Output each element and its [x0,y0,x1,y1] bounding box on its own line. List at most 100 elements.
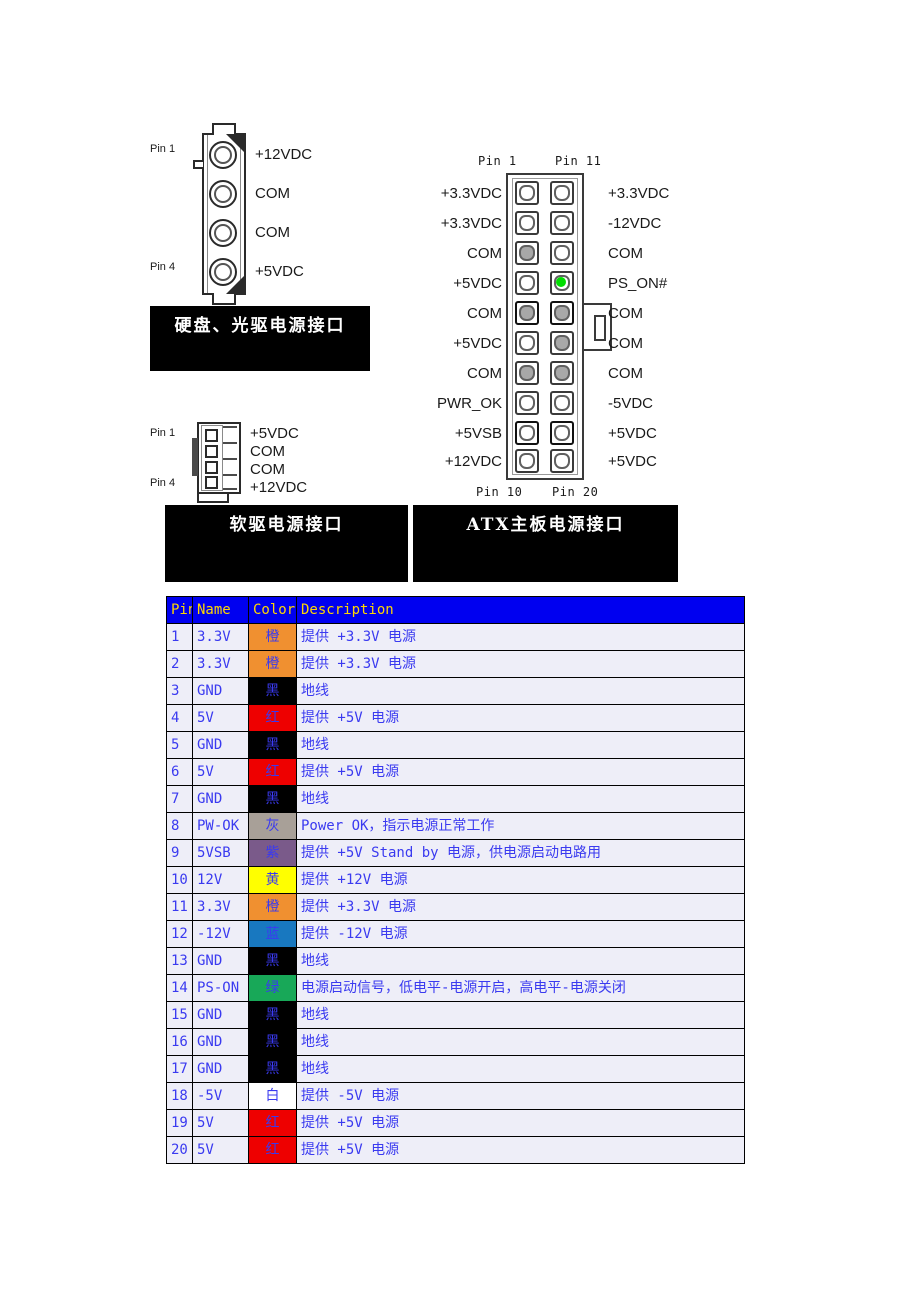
cell-name: 3.3V [192,650,249,678]
cell-name: 3.3V [192,623,249,651]
atx-left-signal-7: COM [467,365,502,382]
floppy-power-connector-diagram: Pin 1 Pin 4 +5VDC COM COM +12VDC [150,420,390,505]
floppy-connector-step-5 [223,488,237,490]
cell-description: 地线 [296,1028,745,1056]
hdd-pin-3 [209,219,237,247]
cell-pin: 13 [166,947,193,975]
cell-description: 提供 -5V 电源 [296,1082,745,1110]
atx-pin-bottom-right-label: Pin 20 [552,485,599,499]
table-row: 12 -12V 蓝提供 -12V 电源 [166,920,745,948]
cell-pin: 1 [166,623,193,651]
table-row: 1 3.3V 橙提供 +3.3V 电源 [166,623,745,651]
cell-description: 地线 [296,947,745,975]
atx-power-connector-diagram: Pin 1 Pin 11 Pin 10 Pin 20 +3.3VDC +3.3V… [410,155,700,500]
cell-name: 5V [192,758,249,786]
cell-name: 5V [192,1109,249,1137]
atx-right-signal-5: COM [608,305,643,322]
cell-name: GND [192,731,249,759]
cell-pin: 16 [166,1028,193,1056]
table-row: 10 12V 黄提供 +12V 电源 [166,866,745,894]
hdd-connector-caption-text: 硬盘、光驱电源接口 [174,316,346,336]
hdd-connector-bottom-stub [212,293,236,305]
cell-name: GND [192,1055,249,1083]
table-row: 3 GND 黑地线 [166,677,745,705]
cell-pin: 2 [166,650,193,678]
atx-pin-13 [550,241,574,265]
table-row: 14 PS-ON 绿电源启动信号，低电平-电源开启，高电平-电源关闭 [166,974,745,1002]
hdd-pin-1 [209,141,237,169]
atx-left-signal-9: +5VSB [454,425,502,442]
atx-pin-10 [515,449,539,473]
cell-description: 提供 +5V 电源 [296,1136,745,1164]
atx-pin-top-right-label: Pin 11 [555,154,602,168]
column-header-description: Description [296,596,745,624]
floppy-connector-step-4 [223,474,237,476]
hdd-pin-2 [209,180,237,208]
cell-color-swatch: 紫 [248,839,297,867]
cell-description: 地线 [296,731,745,759]
floppy-pin-3 [205,461,218,474]
floppy-pin-last-label: Pin 4 [150,477,176,489]
atx-left-signal-3: COM [467,245,502,262]
cell-pin: 7 [166,785,193,813]
cell-pin: 9 [166,839,193,867]
cell-color-swatch: 橙 [248,623,297,651]
cell-pin: 20 [166,1136,193,1164]
floppy-connector-foot [197,494,229,503]
atx-right-signal-6: COM [608,335,643,352]
floppy-connector-caption-box: 软驱电源接口 [165,505,408,582]
atx-pin-18 [550,391,574,415]
hdd-pin-4 [209,258,237,286]
atx-pin-19 [550,421,574,445]
atx-pin-14-ps-on [550,271,574,295]
atx-right-signal-3: COM [608,245,643,262]
floppy-pin-2 [205,445,218,458]
hdd-power-connector-diagram: Pin 1 Pin 4 +12VDC COM COM +5VDC [150,123,390,310]
table-header-row: Pin Name Color Description [166,596,745,624]
table-row: 2 3.3V 橙提供 +3.3V 电源 [166,650,745,678]
atx-right-signal-7: COM [608,365,643,382]
cell-color-swatch: 橙 [248,893,297,921]
cell-name: GND [192,785,249,813]
atx-left-signal-5: COM [467,305,502,322]
cell-color-swatch: 绿 [248,974,297,1002]
cell-name: -12V [192,920,249,948]
cell-description: 提供 +3.3V 电源 [296,623,745,651]
atx-pin-5 [515,301,539,325]
floppy-connector-step-3 [223,458,237,460]
cell-name: -5V [192,1082,249,1110]
cell-description: Power OK，指示电源正常工作 [296,812,745,840]
table-row: 19 5V 红提供 +5V 电源 [166,1109,745,1137]
cell-name: GND [192,677,249,705]
cell-description: 提供 -12V 电源 [296,920,745,948]
atx-pinout-table: Pin Name Color Description 13.3V橙提供 +3.3… [166,596,745,1164]
atx-right-signal-4: PS_ON# [608,275,668,292]
floppy-pin-1 [205,429,218,442]
cell-color-swatch: 黄 [248,866,297,894]
cell-pin: 12 [166,920,193,948]
floppy-connector-step-2 [223,442,237,444]
table-row: 17 GND 黑地线 [166,1055,745,1083]
column-header-color: Color [248,596,297,624]
table-row: 20 5V 红提供 +5V 电源 [166,1136,745,1164]
cell-description: 提供 +5V 电源 [296,758,745,786]
atx-pin-8 [515,391,539,415]
atx-pin-6 [515,331,539,355]
cell-name: 5VSB [192,839,249,867]
cell-pin: 15 [166,1001,193,1029]
hdd-signal-2: COM [255,185,290,202]
cell-color-swatch: 白 [248,1082,297,1110]
table-row: 11 3.3V 橙提供 +3.3V 电源 [166,893,745,921]
atx-right-signal-10: +5VDC [608,453,657,470]
cell-color-swatch: 黑 [248,1028,297,1056]
atx-pin-12 [550,211,574,235]
cell-color-swatch: 红 [248,1136,297,1164]
hdd-signal-1: +12VDC [255,146,313,163]
atx-left-signal-1: +3.3VDC [440,185,502,202]
atx-pin-15 [550,301,574,325]
cell-name: 12V [192,866,249,894]
cell-description: 提供 +5V 电源 [296,704,745,732]
cell-name: 5V [192,704,249,732]
atx-pin-7 [515,361,539,385]
atx-pin-16 [550,331,574,355]
